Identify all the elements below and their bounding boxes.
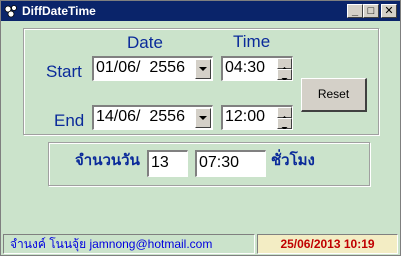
chevron-down-icon — [199, 67, 207, 71]
start-time-field[interactable]: 04:30 — [221, 56, 293, 81]
minimize-button[interactable]: _ — [347, 4, 363, 18]
close-button[interactable]: ✕ — [381, 4, 397, 18]
arrow-down-icon — [281, 78, 288, 80]
end-time-down-button[interactable] — [277, 118, 292, 129]
end-date-dropdown-button[interactable] — [195, 108, 211, 128]
start-date-dropdown-button[interactable] — [195, 59, 211, 79]
title-bar[interactable]: DiffDateTime _ □ ✕ — [1, 1, 400, 21]
date-header: Date — [127, 33, 163, 52]
reset-button[interactable]: Reset — [301, 78, 367, 112]
start-date-picker[interactable]: 01/06/ 2556 — [92, 56, 213, 81]
end-date-picker[interactable]: 14/06/ 2556 — [92, 105, 213, 130]
days-value: 13 — [151, 154, 169, 171]
maximize-icon: □ — [367, 5, 375, 17]
time-value: 07:30 — [199, 154, 240, 171]
start-time-down-button[interactable] — [277, 69, 292, 80]
end-time-value: 12:00 — [225, 108, 266, 125]
hours-label: ชั่วโมง — [271, 152, 315, 169]
close-icon: ✕ — [384, 5, 394, 17]
minimize-icon: _ — [351, 5, 359, 17]
start-time-value: 04:30 — [225, 59, 266, 76]
status-datetime-panel: 25/06/2013 10:19 — [257, 234, 398, 254]
start-date-value: 01/06/ 2556 — [96, 59, 185, 76]
maximize-button[interactable]: □ — [363, 4, 379, 18]
end-label: End — [54, 111, 85, 130]
app-window: DiffDateTime _ □ ✕ Date Time Start 01/06… — [0, 0, 401, 256]
status-datetime: 25/06/2013 10:19 — [280, 237, 375, 251]
days-label: จำนวนวัน — [75, 152, 140, 169]
reset-label: Reset — [317, 87, 350, 101]
start-time-up-button[interactable] — [277, 58, 292, 70]
end-date-value: 14/06/ 2556 — [96, 108, 185, 125]
end-time-up-button[interactable] — [277, 107, 292, 119]
end-time-field[interactable]: 12:00 — [221, 105, 293, 130]
time-header: Time — [233, 32, 271, 51]
days-value-field[interactable]: 13 — [147, 150, 188, 177]
status-author-panel: จำนงค์ โนนจุ้ย jamnong@hotmail.com — [3, 234, 255, 254]
arrow-down-icon — [281, 127, 288, 129]
start-label: Start — [46, 62, 82, 81]
status-author: จำนงค์ โนนจุ้ย jamnong@hotmail.com — [10, 237, 213, 251]
app-icon — [4, 5, 17, 18]
chevron-down-icon — [199, 116, 207, 120]
window-title: DiffDateTime — [22, 4, 96, 18]
time-value-field[interactable]: 07:30 — [195, 150, 266, 177]
